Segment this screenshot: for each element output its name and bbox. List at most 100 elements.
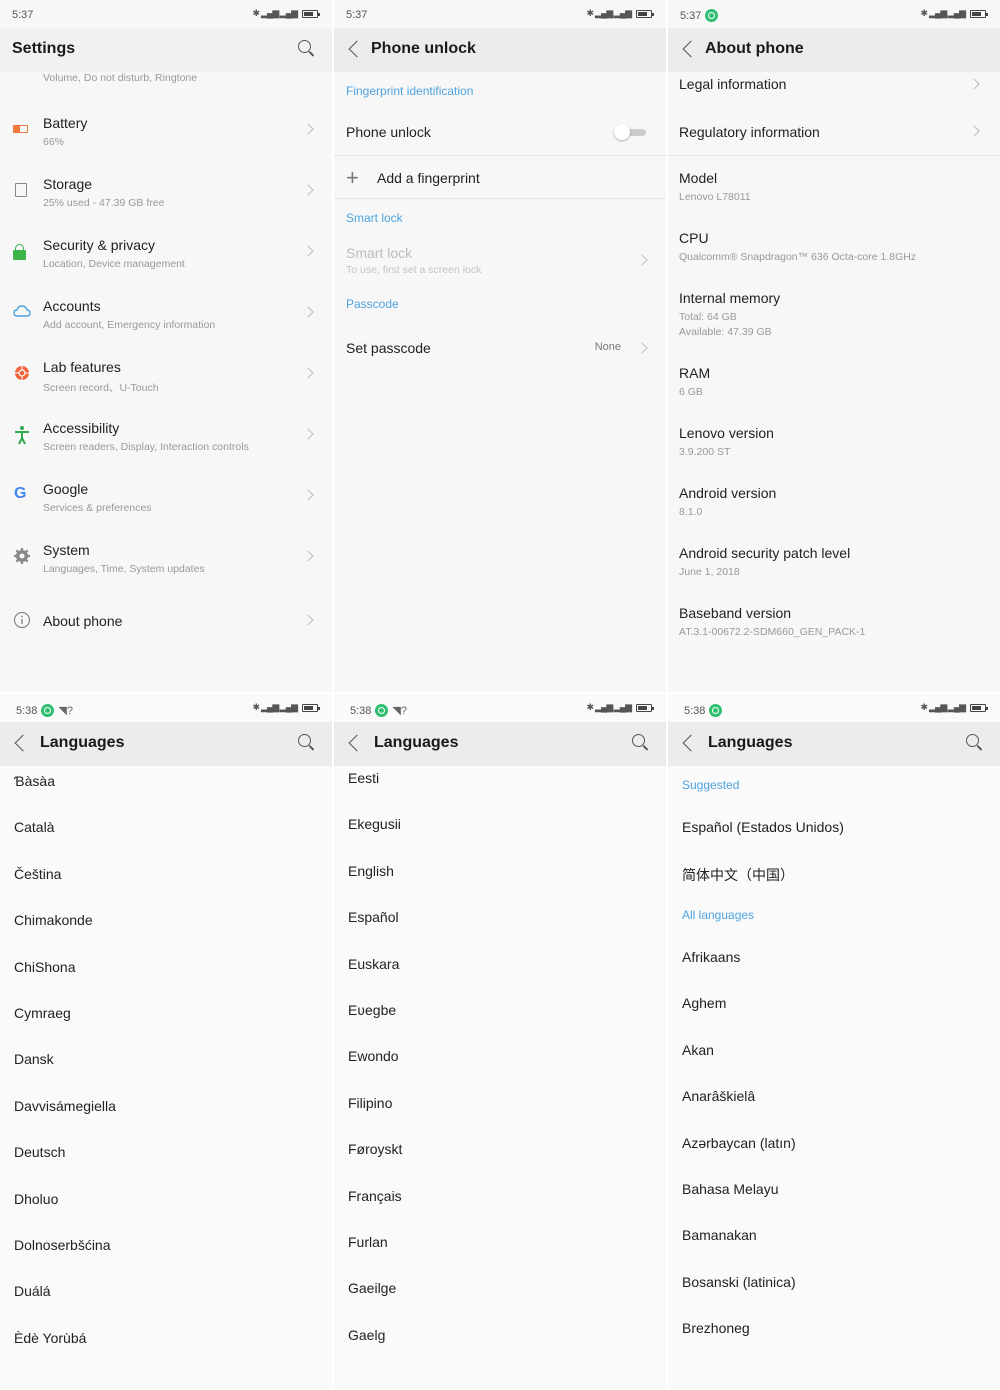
section-all-languages: All languages	[682, 908, 755, 922]
language-item[interactable]: 简体中文（中国）	[668, 865, 1000, 905]
settings-item[interactable]: G Google Services & preferences	[0, 469, 332, 523]
language-item[interactable]: Français	[334, 1188, 666, 1228]
spec-item: Android version 8.1.0	[668, 485, 1000, 535]
app-bar: Languages	[334, 722, 666, 766]
language-item[interactable]: Eesti	[334, 770, 666, 810]
settings-item-title: Storage	[43, 176, 93, 192]
language-item[interactable]: Deutsch	[0, 1144, 332, 1184]
settings-item[interactable]: Storage 25% used - 47.39 GB free	[0, 164, 332, 218]
add-fingerprint-row[interactable]: + Add a fingerprint	[334, 156, 666, 198]
language-item[interactable]: Čeština	[0, 866, 332, 906]
app-bar: Settings	[0, 28, 332, 72]
search-icon[interactable]	[298, 40, 316, 58]
settings-item-subtitle: 25% used - 47.39 GB free	[43, 197, 165, 209]
legal-information-label: Legal information	[679, 76, 787, 92]
language-item[interactable]: Ekegusii	[334, 816, 666, 856]
spec-item: Baseband version AT.3.1-00672.2-SDM660_GE…	[668, 605, 1000, 655]
chevron-right-icon	[302, 184, 314, 196]
language-item[interactable]: English	[334, 863, 666, 903]
language-item[interactable]: Duálá	[0, 1283, 332, 1323]
language-item[interactable]: Dholuo	[0, 1191, 332, 1231]
language-item[interactable]: Euskara	[334, 956, 666, 996]
spec-label: Model	[679, 170, 718, 186]
back-arrow-icon[interactable]	[348, 734, 362, 754]
language-item[interactable]: Español	[334, 909, 666, 949]
language-item[interactable]: Cymraeg	[0, 1005, 332, 1045]
language-label: Čeština	[14, 865, 62, 882]
smart-lock-row[interactable]: Smart lock To use, first set a screen lo…	[334, 238, 666, 284]
signal-icon: ▂▄▆ ▂▄▆	[261, 702, 298, 712]
language-item[interactable]: Español (Estados Unidos)	[668, 819, 1000, 859]
search-icon[interactable]	[632, 734, 650, 752]
language-label: Dholuo	[14, 1190, 59, 1207]
language-item[interactable]: Furlan	[334, 1234, 666, 1274]
language-item[interactable]: Chimakonde	[0, 912, 332, 952]
legal-information-row[interactable]: Legal information	[668, 72, 1000, 108]
spec-value: 6 GB	[679, 386, 703, 398]
gear-icon	[13, 547, 31, 565]
language-item[interactable]: Dolnoserbšćina	[0, 1237, 332, 1277]
language-item[interactable]: Afrikaans	[668, 949, 1000, 989]
language-item[interactable]: Gaelg	[334, 1327, 666, 1367]
signal-icon: ▂▄▆ ▂▄▆	[929, 8, 966, 18]
phone-unlock-toggle[interactable]	[614, 124, 646, 140]
language-item[interactable]: Filipino	[334, 1095, 666, 1135]
status-notification-icon	[709, 704, 723, 717]
language-item[interactable]: Bamanakan	[668, 1227, 1000, 1267]
language-item[interactable]: Ɓàsàa	[0, 773, 332, 813]
back-arrow-icon[interactable]	[14, 734, 28, 754]
back-arrow-icon[interactable]	[682, 734, 696, 754]
chevron-right-icon	[302, 428, 314, 440]
chevron-right-icon	[302, 123, 314, 135]
set-passcode-row[interactable]: Set passcode None	[334, 326, 666, 366]
status-bar: 5:38 ✱ ▂▄▆ ▂▄▆	[668, 694, 1000, 722]
language-item[interactable]: Føroyskt	[334, 1141, 666, 1181]
bluetooth-icon: ✱	[252, 8, 260, 18]
list-item[interactable]: Volume, Do not disturb, Ringtone	[0, 70, 332, 90]
language-item[interactable]: Anarâškielâ	[668, 1088, 1000, 1128]
back-arrow-icon[interactable]	[348, 40, 362, 60]
spec-item: RAM 6 GB	[668, 365, 1000, 415]
language-label: English	[348, 862, 394, 879]
bluetooth-icon: ✱	[920, 702, 928, 712]
settings-item[interactable]: Security & privacy Location, Device manag…	[0, 225, 332, 279]
page-title: Phone unlock	[371, 40, 476, 57]
lab-icon	[13, 364, 31, 382]
language-item[interactable]: Català	[0, 819, 332, 859]
language-item[interactable]: Dansk	[0, 1051, 332, 1091]
language-item[interactable]: Azərbaycan (latın)	[668, 1135, 1000, 1175]
language-item[interactable]: Èdè Yorùbá	[0, 1330, 332, 1370]
search-icon[interactable]	[966, 734, 984, 752]
language-item[interactable]: Bosanski (latinica)	[668, 1274, 1000, 1314]
settings-item-title: Google	[43, 481, 89, 497]
page-title: Languages	[708, 734, 793, 751]
language-item[interactable]: Bahasa Melayu	[668, 1181, 1000, 1221]
settings-item-title: Lab features	[43, 359, 121, 375]
settings-item[interactable]: Battery 66%	[0, 103, 332, 157]
settings-item[interactable]: System Languages, Time, System updates	[0, 530, 332, 584]
signal-icon: ▂▄▆ ▂▄▆	[595, 702, 632, 712]
status-bar: 5:38 ◥? ✱ ▂▄▆ ▂▄▆	[334, 694, 666, 722]
settings-item[interactable]: Accessibility Screen readers, Display, In…	[0, 408, 332, 462]
battery-status-icon	[302, 9, 320, 18]
language-item[interactable]: Davvisámegiella	[0, 1098, 332, 1138]
language-item[interactable]: Gaeilge	[334, 1280, 666, 1320]
spec-value: AT.3.1-00672.2-SDM660_GEN_PACK-1	[679, 626, 866, 638]
settings-item[interactable]: Lab features Screen record、U-Touch	[0, 347, 332, 401]
language-item[interactable]: ChiShona	[0, 959, 332, 999]
language-item[interactable]: Aghem	[668, 995, 1000, 1035]
settings-item[interactable]: About phone	[0, 598, 332, 652]
phone-unlock-row[interactable]: Phone unlock	[334, 110, 666, 154]
settings-item[interactable]: Accounts Add account, Emergency informati…	[0, 286, 332, 340]
wifi-icon: ◥?	[58, 705, 73, 717]
language-item[interactable]: Eʋegbe	[334, 1002, 666, 1042]
back-arrow-icon[interactable]	[682, 40, 696, 60]
regulatory-information-row[interactable]: Regulatory information	[668, 110, 1000, 154]
language-item[interactable]: Ewondo	[334, 1048, 666, 1088]
chevron-right-icon	[302, 550, 314, 562]
page-title: Languages	[40, 734, 125, 751]
search-icon[interactable]	[298, 734, 316, 752]
language-item[interactable]: Akan	[668, 1042, 1000, 1082]
language-item[interactable]: Brezhoneg	[668, 1320, 1000, 1360]
settings-item-title: Accounts	[43, 298, 101, 314]
